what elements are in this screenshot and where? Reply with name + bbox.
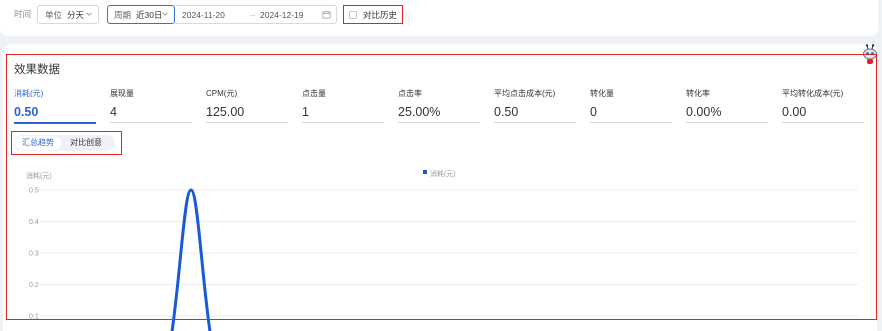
y-tick-label: 0.5 xyxy=(29,188,39,195)
y-tick-label: 0.1 xyxy=(29,314,39,321)
legend-marker xyxy=(423,170,427,174)
y-tick-label: 0.3 xyxy=(29,251,39,258)
cost-series-line xyxy=(170,188,212,331)
y-tick-label: 0.2 xyxy=(29,282,39,289)
y-tick-label: 0.4 xyxy=(29,219,39,226)
legend-label[interactable]: 消耗(元) xyxy=(430,169,456,178)
y-axis-title: 消耗(元) xyxy=(26,171,52,180)
cost-line-chart: 消耗(元) 消耗(元) 0.5 0.4 0.3 0.2 0.1 xyxy=(26,169,858,331)
